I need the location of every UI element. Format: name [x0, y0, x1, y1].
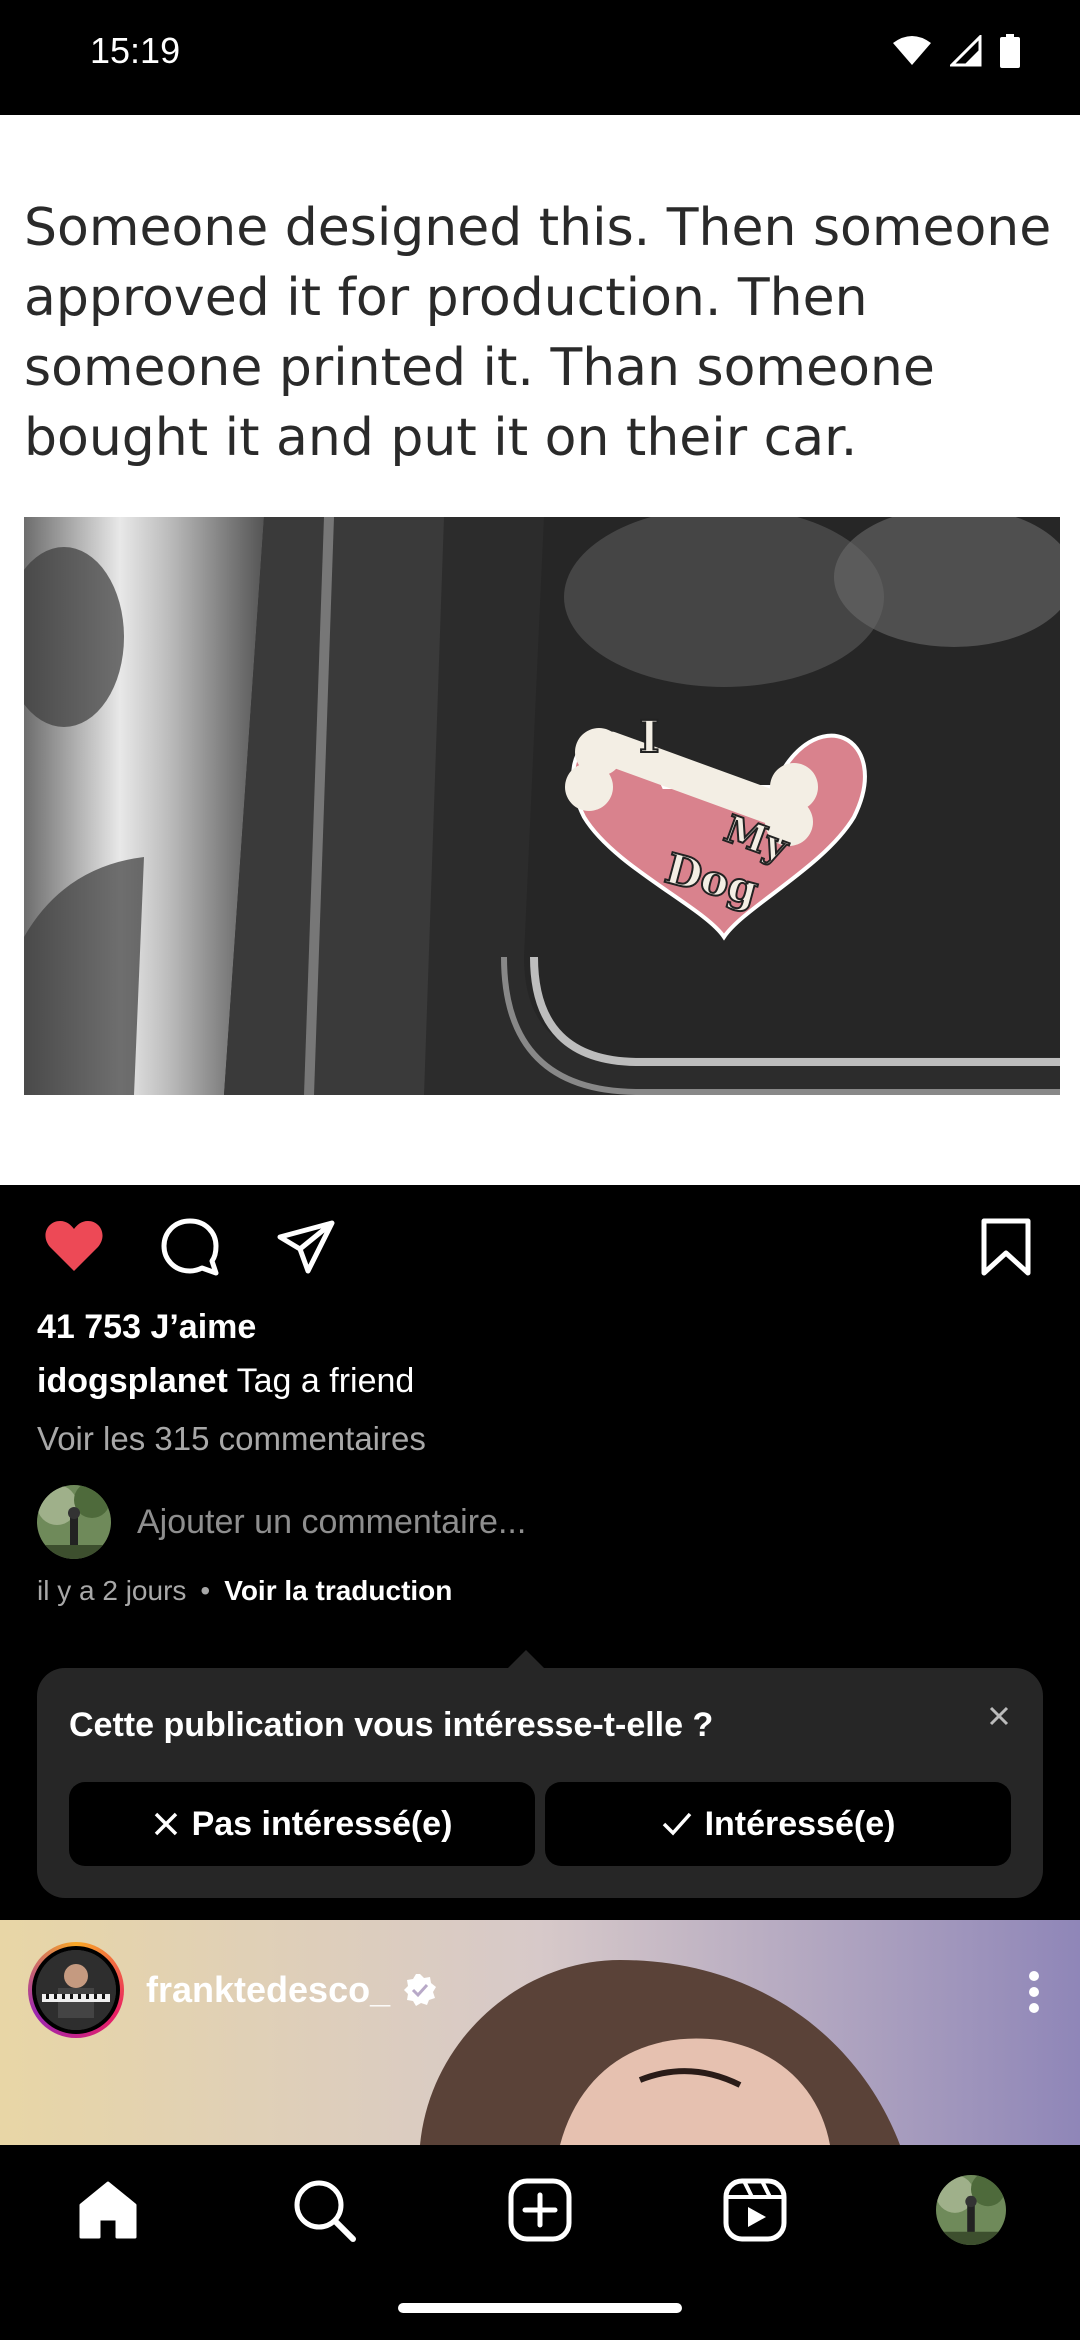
profile-avatar[interactable] [936, 2175, 1006, 2245]
meme-photo: I My Dog [24, 517, 1060, 1095]
view-comments-link[interactable]: Voir les 315 commentaires [37, 1420, 426, 1458]
interested-label: Intéressé(e) [704, 1804, 896, 1843]
not-interested-button[interactable]: Pas intéressé(e) [69, 1782, 535, 1866]
share-icon[interactable] [274, 1215, 338, 1279]
interested-button[interactable]: Intéressé(e) [545, 1782, 1011, 1866]
like-count[interactable]: 41 753 J’aime [37, 1308, 256, 1347]
reels-icon[interactable] [720, 2175, 790, 2245]
post-actions [0, 1185, 1080, 1305]
check-icon [662, 1812, 691, 1836]
add-comment-row[interactable]: Ajouter un commentaire... [37, 1485, 526, 1559]
caption-text: Tag a friend [236, 1362, 415, 1400]
next-post-header: franktedesco_ [28, 1940, 438, 2040]
add-comment-input[interactable]: Ajouter un commentaire... [137, 1503, 526, 1542]
post-time: il y a 2 jours [37, 1575, 187, 1606]
meme-caption: Someone designed this. Then someone appr… [24, 198, 1052, 468]
interest-question: Cette publication vous intéresse-t-elle … [69, 1706, 714, 1744]
next-user-avatar[interactable] [28, 1942, 124, 2038]
bookmark-icon[interactable] [974, 1215, 1038, 1279]
status-bar: 15:19 [0, 0, 1080, 110]
signal-icon [950, 35, 982, 67]
status-icons [892, 34, 1020, 68]
create-icon[interactable] [505, 2175, 575, 2245]
search-icon[interactable] [289, 2175, 359, 2245]
interest-prompt-card: Cette publication vous intéresse-t-elle … [37, 1668, 1043, 1898]
meta-separator: • [200, 1575, 211, 1606]
interest-card-pointer [506, 1650, 546, 1670]
verified-badge-icon [404, 1974, 437, 2006]
translate-link[interactable]: Voir la traduction [224, 1575, 452, 1607]
sticker-text-i: I [639, 712, 660, 763]
not-interested-label: Pas intéressé(e) [191, 1804, 453, 1843]
more-options-icon[interactable] [1028, 1970, 1040, 2014]
my-avatar [37, 1485, 111, 1559]
comment-icon[interactable] [158, 1215, 222, 1279]
home-icon[interactable] [73, 2175, 143, 2245]
next-post[interactable]: franktedesco_ [0, 1920, 1080, 2145]
battery-icon [1000, 34, 1020, 68]
x-icon [154, 1812, 177, 1836]
post-image[interactable]: Someone designed this. Then someone appr… [0, 115, 1080, 1185]
close-icon[interactable] [981, 1698, 1017, 1734]
post-caption: idogsplanet Tag a friend [37, 1362, 414, 1401]
home-indicator[interactable] [398, 2303, 682, 2313]
wifi-icon [893, 36, 931, 65]
caption-username[interactable]: idogsplanet [37, 1362, 228, 1400]
status-time: 15:19 [90, 30, 181, 71]
like-heart-icon[interactable] [42, 1215, 106, 1279]
post-meta: il y a 2 jours • Voir la traduction [37, 1575, 452, 1607]
next-post-username[interactable]: franktedesco_ [146, 1969, 390, 2011]
